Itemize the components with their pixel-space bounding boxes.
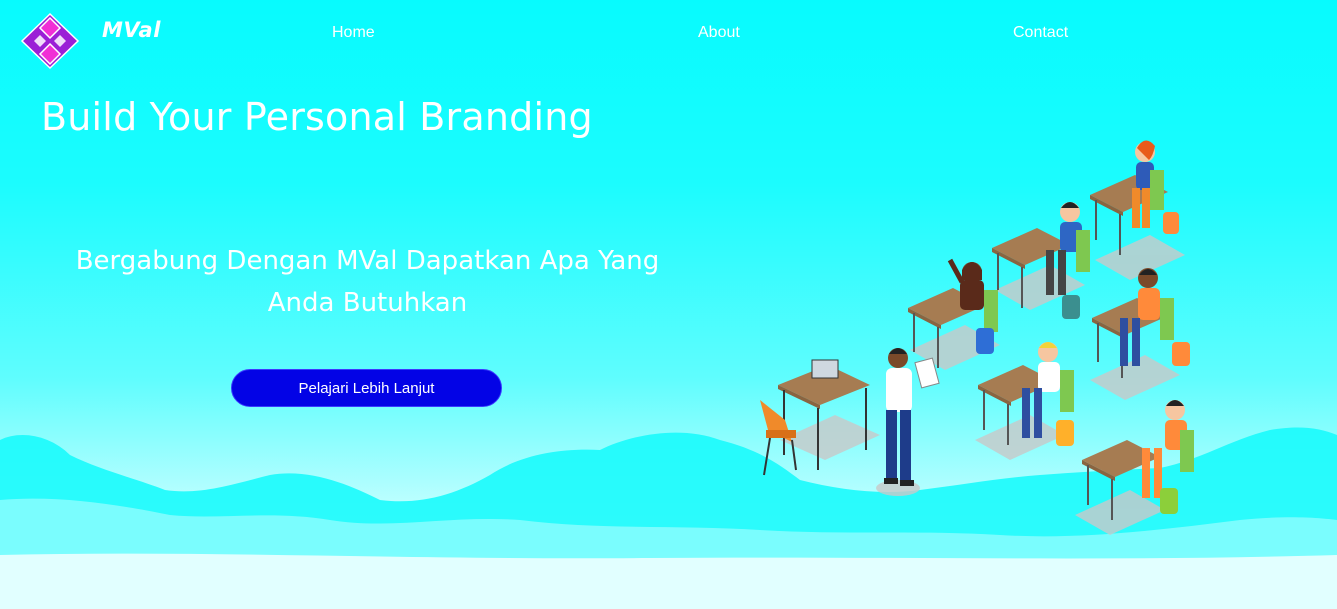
mval-logo-icon[interactable] xyxy=(20,12,80,70)
hero-title: Build Your Personal Branding xyxy=(41,95,593,139)
nav-home-link[interactable]: Home xyxy=(332,24,375,42)
desk-row-5 xyxy=(978,342,1074,446)
brand-name[interactable]: MVal xyxy=(102,18,161,42)
teacher-figure xyxy=(884,348,940,486)
nav-about-link[interactable]: About xyxy=(698,24,740,42)
learn-more-button[interactable]: Pelajari Lebih Lanjut xyxy=(231,369,502,407)
teacher-desk xyxy=(760,359,870,476)
classroom-illustration xyxy=(760,140,1194,535)
desk-row-1 xyxy=(1090,140,1179,255)
nav-contact-link[interactable]: Contact xyxy=(1013,24,1068,42)
hero-subtitle: Bergabung Dengan MVal Dapatkan Apa Yang … xyxy=(75,246,660,318)
